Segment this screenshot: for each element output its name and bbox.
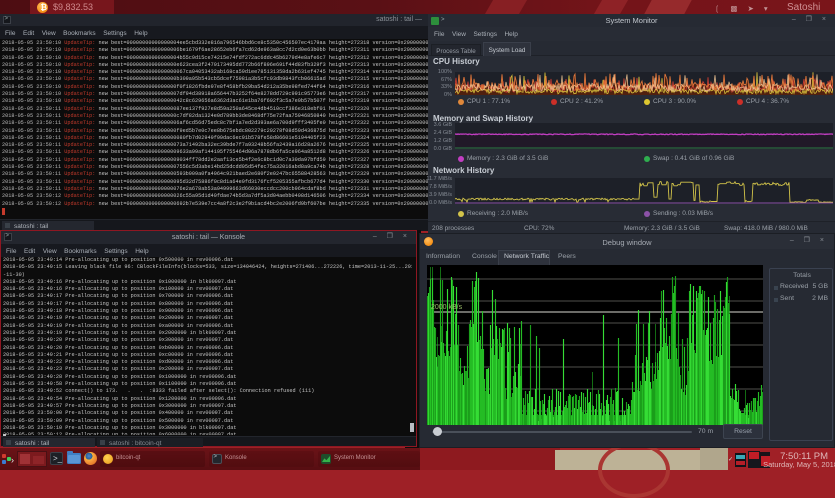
svg-text:2000 kB/s: 2000 kB/s xyxy=(431,304,463,311)
